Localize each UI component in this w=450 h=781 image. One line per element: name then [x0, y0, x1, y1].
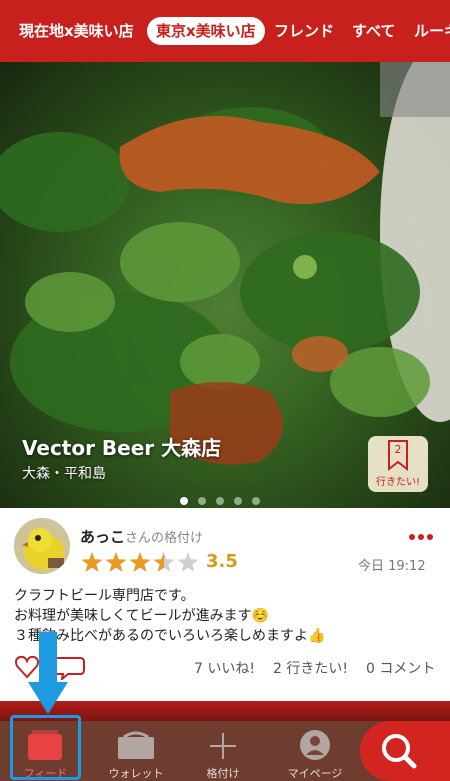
carousel-dot: [252, 497, 260, 505]
want-label: 行きたい!: [375, 477, 420, 488]
nav-label: ウォレット: [108, 767, 164, 780]
review-line: お料理が美味しくてビールが進みます☺️: [14, 608, 270, 624]
tab-friends[interactable]: フレンド: [274, 17, 334, 45]
search-icon: [382, 734, 417, 769]
top-tab-bar: 現在地x美味い店 東京x美味い店 フレンド すべて ルーキー: [0, 0, 450, 62]
star-icon: [177, 552, 199, 572]
reviewer-name[interactable]: あっこ: [80, 528, 125, 546]
nav-mypage[interactable]: マイページ: [276, 721, 354, 781]
comment-count[interactable]: 0 コメント: [366, 661, 435, 677]
tab-current-location[interactable]: 現在地x美味い店: [19, 17, 134, 45]
person-icon: [300, 730, 330, 760]
carousel-dot: [180, 497, 188, 505]
tutorial-highlight: [10, 715, 81, 780]
review-line: クラフトビール専門店です。: [14, 588, 195, 604]
more-dots-icon[interactable]: [408, 522, 434, 546]
shop-photo[interactable]: Vector Beer 大森店 大森・平和島 2 行きたい!: [0, 62, 450, 508]
star-icon: [81, 552, 103, 572]
bird-avatar-icon: [14, 518, 70, 574]
want-count: 2: [394, 443, 402, 456]
reviewer-suffix: さんの格付け: [125, 531, 204, 546]
carousel-indicator: [180, 490, 270, 508]
reaction-counts: 7 いいね! 2 行きたい! 0 コメント: [194, 658, 450, 678]
plus-icon: [210, 733, 236, 759]
star-icon: [153, 552, 175, 572]
nav-rate[interactable]: 格付け: [190, 721, 256, 781]
want-to-go-button[interactable]: 2 行きたい!: [368, 436, 428, 492]
review-line: ３種飲み比べがあるのでいろいろ楽しめますよ👍: [14, 628, 326, 644]
want-count-text[interactable]: 2 行きたい!: [273, 661, 348, 677]
star-icon: [129, 552, 151, 572]
avatar[interactable]: [14, 518, 70, 574]
posted-time: 今日 19:12: [358, 559, 426, 574]
tab-tokyo[interactable]: 東京x美味い店: [147, 17, 265, 45]
carousel-dot: [198, 497, 206, 505]
like-count[interactable]: 7 いいね!: [194, 661, 255, 677]
tab-rookie[interactable]: ルーキー: [414, 17, 450, 45]
tab-all[interactable]: すべて: [352, 17, 395, 45]
pointer-arrow-icon: [28, 632, 68, 714]
nav-wallet[interactable]: ウォレット: [98, 721, 174, 781]
star-rating: [81, 552, 199, 572]
carousel-dot: [216, 497, 224, 505]
search-button[interactable]: [360, 721, 450, 781]
reviewer-line: あっこさんの格付け: [80, 526, 203, 547]
carousel-dot: [234, 497, 242, 505]
rating-score: 3.5: [206, 551, 238, 572]
nav-label: マイページ: [287, 767, 343, 780]
shop-name[interactable]: Vector Beer 大森店: [22, 432, 221, 461]
nav-label: 格付け: [206, 767, 240, 780]
star-icon: [105, 552, 127, 572]
review-text: クラフトビール専門店です。 お料理が美味しくてビールが進みます☺️ ３種飲み比べ…: [14, 586, 439, 646]
wallet-icon: [118, 731, 154, 759]
shop-area: 大森・平和島: [22, 466, 106, 482]
